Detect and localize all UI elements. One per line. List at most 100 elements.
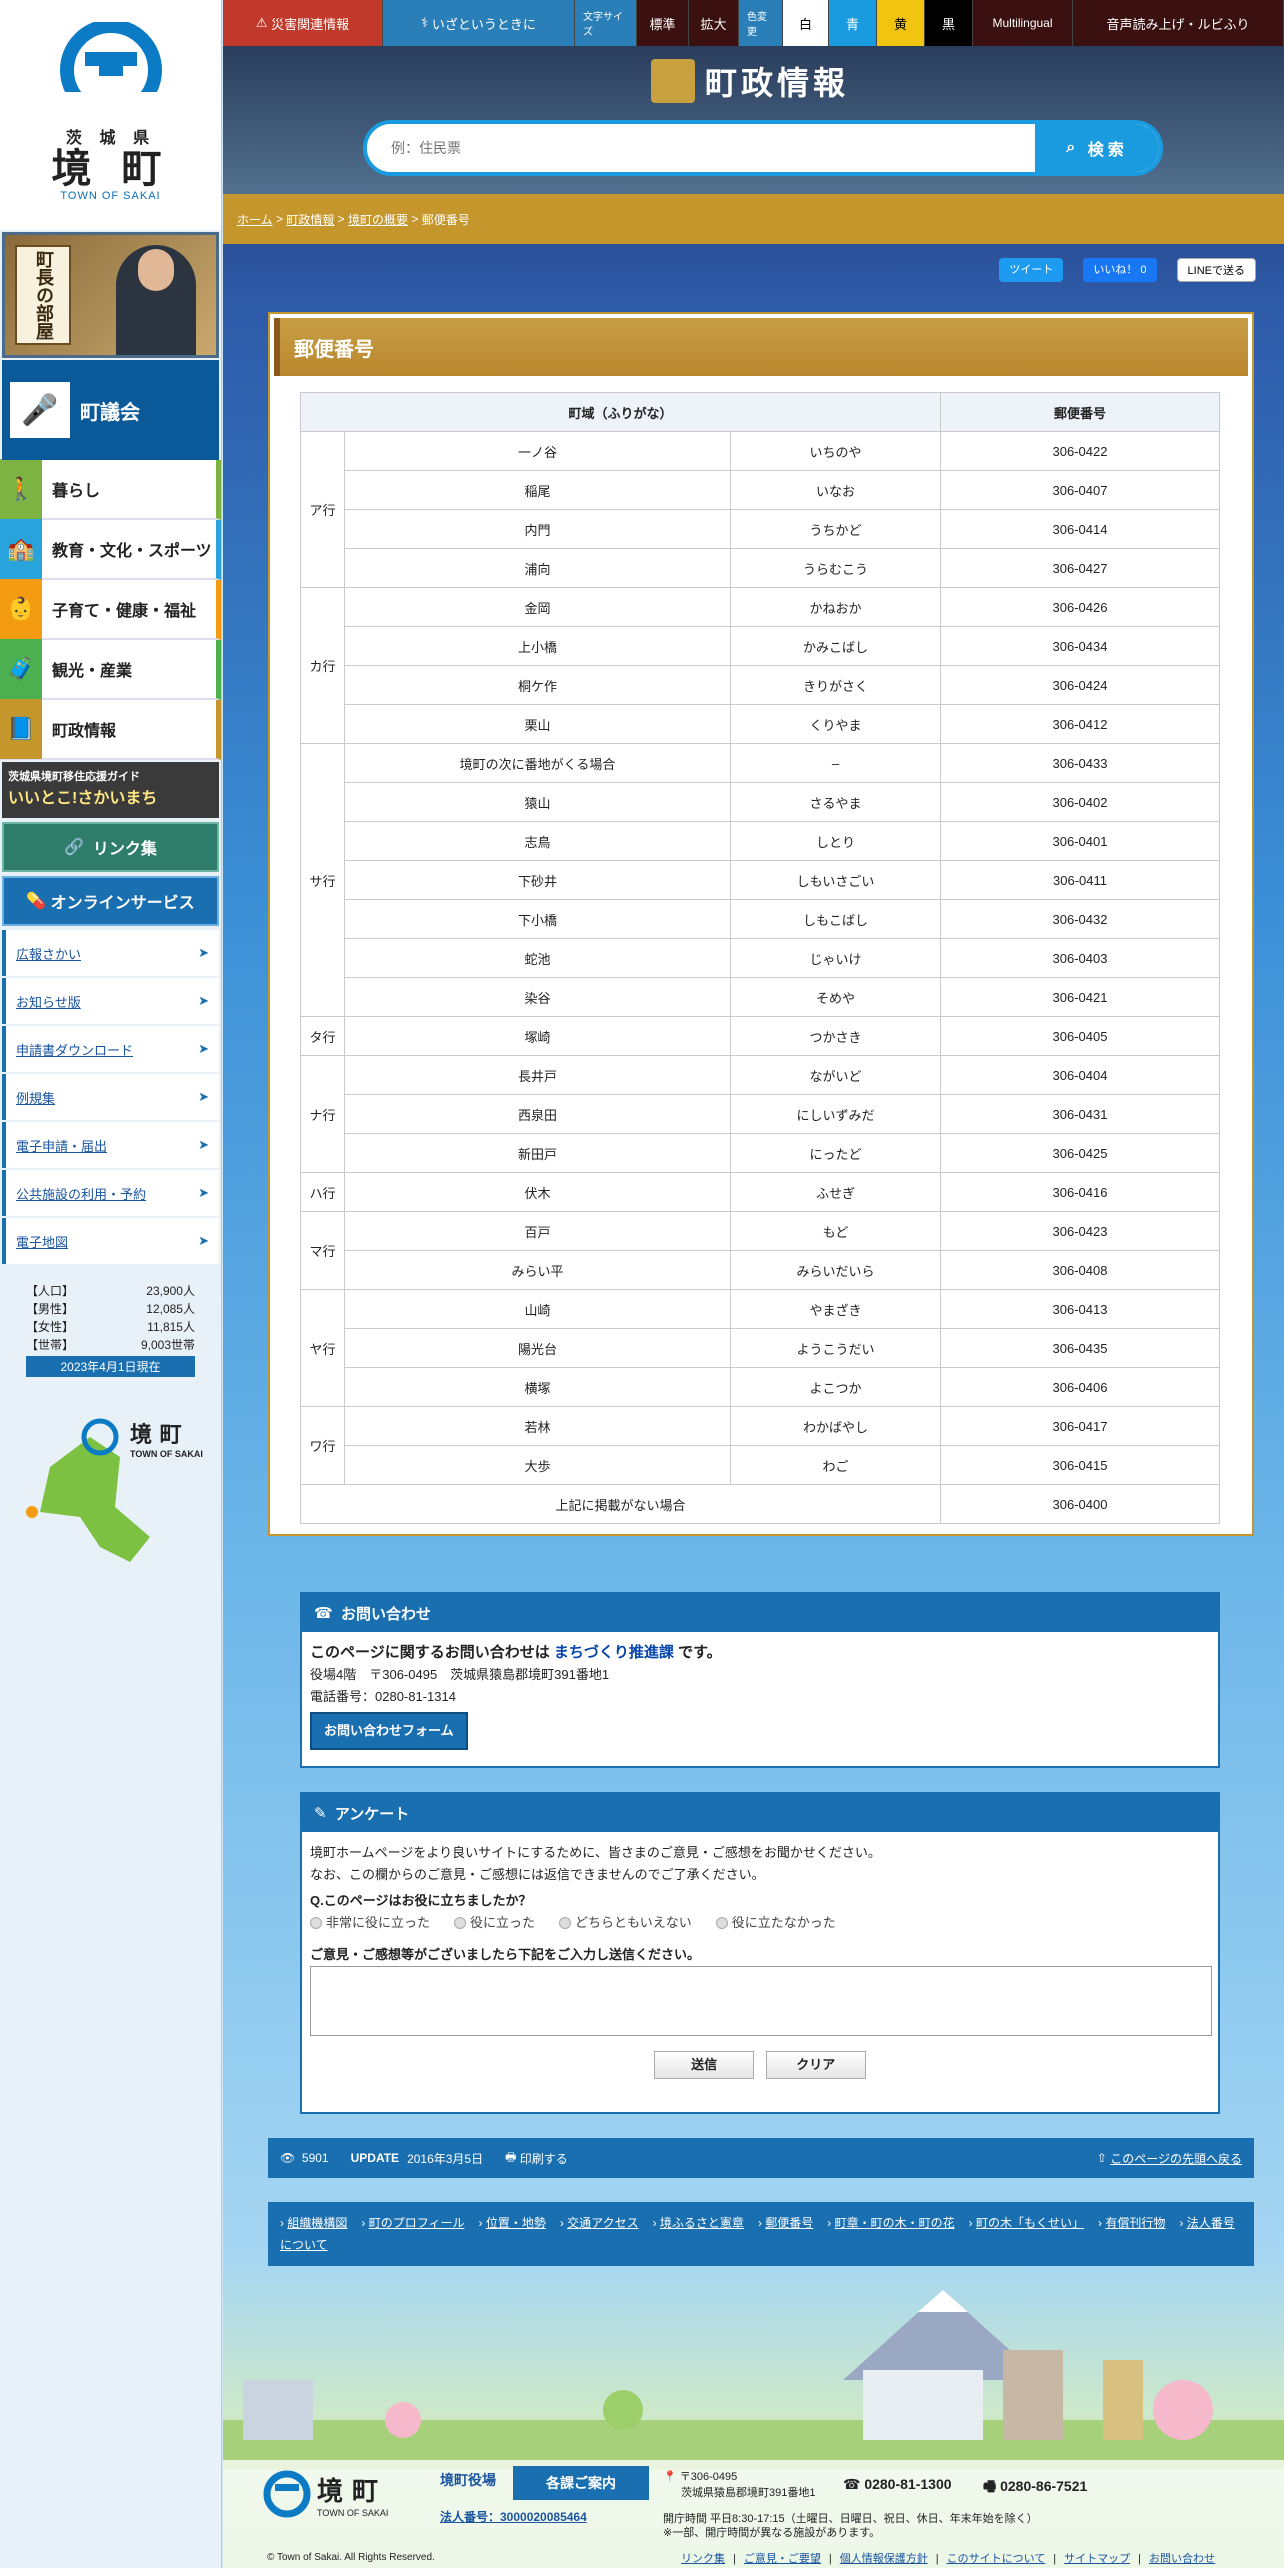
contact-box: ☎ お問い合わせ このページに関するお問い合わせは まちづくり推進課 です。 役… [300,1592,1220,1768]
survey-send-button[interactable]: 送信 [654,2051,755,2079]
department-guide-button[interactable]: 各課ご案内 [513,2466,649,2500]
survey-comment-field[interactable] [310,1966,1212,2036]
table-row: 稲尾 いなお 306-0407 [301,470,1220,510]
emergency-button[interactable]: ⚕ いざというときに [383,0,575,46]
disaster-info-button[interactable]: ⚠ 災害関連情報 [223,0,383,46]
text-size-enlarge[interactable]: 拡大 [689,0,739,46]
search-icon: ⌕ [1066,139,1088,156]
sidebar-sublink[interactable]: 公共施設の利用・予約 ➤ [2,1170,219,1216]
survey-option[interactable]: 役に立った [454,1912,535,1934]
radio-button[interactable] [559,1917,572,1929]
contact-phone: 電話番号：0280-81-1314 [310,1689,456,1704]
nav-item[interactable]: 🚶 暮らし [0,459,221,520]
color-black-button[interactable]: 黒 [925,0,973,46]
breadcrumb-town-info[interactable]: 町政情報 [286,211,334,228]
population-value: 9,003世帯 [140,1338,195,1352]
sublink-label: 申請書ダウンロード [16,1042,134,1058]
breadcrumb-overview[interactable]: 境町の概要 [348,211,408,228]
footer-link[interactable]: ご意見・ご要望 [744,2553,821,2565]
contact-form-button[interactable]: お問い合わせフォーム [310,1712,468,1750]
radio-button[interactable] [454,1917,467,1929]
online-service-button[interactable]: 💊 オンラインサービス [2,876,219,926]
table-row: 桐ケ作 きりがさく 306-0424 [301,665,1220,705]
link-collection-button[interactable]: 🔗 リンク集 [2,822,219,872]
postal-code: 306-0403 [940,938,1220,978]
nav-item[interactable]: 📘 町政情報 [0,699,221,760]
online-service-label: オンラインサービス [50,895,195,912]
text-size-standard[interactable]: 標準 [637,0,689,46]
footer-link[interactable]: 個人情報保護方針 [840,2553,928,2565]
survey-option-label: 役に立った [470,1915,536,1930]
table-row: ハ行 伏木 ふせぎ 306-0416 [300,1172,1220,1212]
footer-logo[interactable]: 境 町 TOWN OF SAKAI [263,2470,388,2518]
radio-button[interactable] [715,1917,728,1929]
readout-button[interactable]: 音声読み上げ・ルビふり [1073,0,1284,46]
footer-nav-link[interactable]: 位置・地勢 [486,2216,546,2230]
sidebar-sublink[interactable]: 電子申請・届出 ➤ [2,1122,219,1168]
table-row: 陽光台 ようこうだい 306-0435 [301,1328,1220,1368]
sidebar-sublink[interactable]: 申請書ダウンロード ➤ [2,1026,219,1072]
footer-nav-link[interactable]: 町の木「もくせい」 [976,2216,1084,2230]
sidebar-sublink[interactable]: 広報さかい ➤ [2,930,219,976]
postal-code: 306-0415 [940,1445,1220,1485]
sidebar-sublink[interactable]: お知らせ版 ➤ [2,978,219,1024]
survey-option[interactable]: 非常に役に立った [310,1912,430,1934]
nav-icon: 📘 [0,699,42,759]
table-row: タ行 塚崎 つかさき 306-0405 [300,1016,1220,1056]
breadcrumb-home[interactable]: ホーム [237,211,273,228]
postal-code: 306-0435 [940,1328,1220,1368]
council-banner[interactable]: 🎤 町議会 [2,360,219,460]
survey-option[interactable]: 役に立たなかった [715,1912,836,1934]
footer-nav-link[interactable]: 境ふるさと憲章 [660,2216,744,2230]
search-input[interactable] [367,124,1035,172]
radio-button[interactable] [310,1917,322,1929]
nav-item[interactable]: 👶 子育て・健康・福祉 [0,579,221,640]
footer-nav-link[interactable]: 町章・町の木・町の花 [835,2216,955,2230]
facebook-like-button[interactable]: いいね！ 0 [1083,258,1157,282]
mayor-room-banner[interactable]: 町長の部屋 [2,232,219,358]
tweet-button[interactable]: ツイート [999,258,1064,282]
color-blue-button[interactable]: 青 [829,0,877,46]
survey-comment-label: ご意見・ご感想等がございましたら下記をご入力し送信ください。 [310,1947,701,1962]
footer-nav-link[interactable]: 郵便番号 [765,2216,813,2230]
footer-nav-link[interactable]: 町のプロフィール [369,2216,465,2230]
area-name: 新田戸 [344,1133,731,1173]
area-kana: わご [730,1445,941,1485]
contact-address: 役場4階 〒306-0495 茨城県猿島郡境町391番地1 [310,1667,610,1682]
column-header-area: 町域（ふりがな） [300,392,941,432]
nav-item[interactable]: 🧳 観光・産業 [0,639,221,700]
back-to-top-link[interactable]: このページの先頭へ戻る [1110,2150,1242,2167]
color-white-button[interactable]: 白 [783,0,829,46]
site-logo[interactable]: 茨 城 県 境 町 TOWN OF SAKAI [0,0,221,230]
footer-nav-link[interactable]: 組織機構図 [287,2216,347,2230]
footer-nav-link[interactable]: 有償刊行物 [1105,2216,1165,2230]
footer-link[interactable]: リンク集 [681,2553,725,2565]
main-area: ⚠ 災害関連情報 ⚕ いざというときに 文字サイズ 標準 拡大 色変更 白 青 … [223,0,1284,2568]
survey-clear-button[interactable]: クリア [765,2051,866,2079]
corporate-number[interactable]: 法人番号：3000020085464 [440,2508,587,2525]
population-label: 【女性】 [26,1320,75,1334]
footer-link[interactable]: このサイトについて [947,2553,1046,2565]
color-yellow-button[interactable]: 黄 [877,0,925,46]
search-button[interactable]: ⌕ 検索 [1035,124,1159,172]
survey-option[interactable]: どちらともいえない [559,1912,692,1934]
nav-item-label: 暮らし [52,483,101,500]
area-kana: いなお [730,470,941,510]
multilingual-button[interactable]: Multilingual [973,0,1073,46]
footer-link[interactable]: サイトマップ [1064,2553,1130,2565]
contact-dept-link[interactable]: まちづくり推進課 [554,1644,674,1661]
logo-town-en: TOWN OF SAKAI [60,190,161,202]
nav-item[interactable]: 🏫 教育・文化・スポーツ [0,519,221,580]
breadcrumb-current: 郵便番号 [421,212,470,227]
footer-nav-link[interactable]: 交通アクセス [567,2216,638,2230]
sidebar-sublink[interactable]: 電子地図 ➤ [2,1218,219,1264]
table-row: 猿山 さるやま 306-0402 [301,782,1220,822]
row-group: ワ行 [300,1406,345,1485]
area-kana: やまざき [730,1289,941,1329]
footer-link[interactable]: お問い合わせ [1149,2553,1215,2565]
print-button[interactable]: 印刷する [520,2150,568,2167]
sidebar-sublink[interactable]: 例規集 ➤ [2,1074,219,1120]
survey-option-label: 役に立たなかった [731,1915,836,1930]
line-share-button[interactable]: LINEで送る [1176,258,1256,282]
migration-guide-banner[interactable]: 茨城県境町移住応援ガイド いいとこ!さかいまち [2,762,219,818]
